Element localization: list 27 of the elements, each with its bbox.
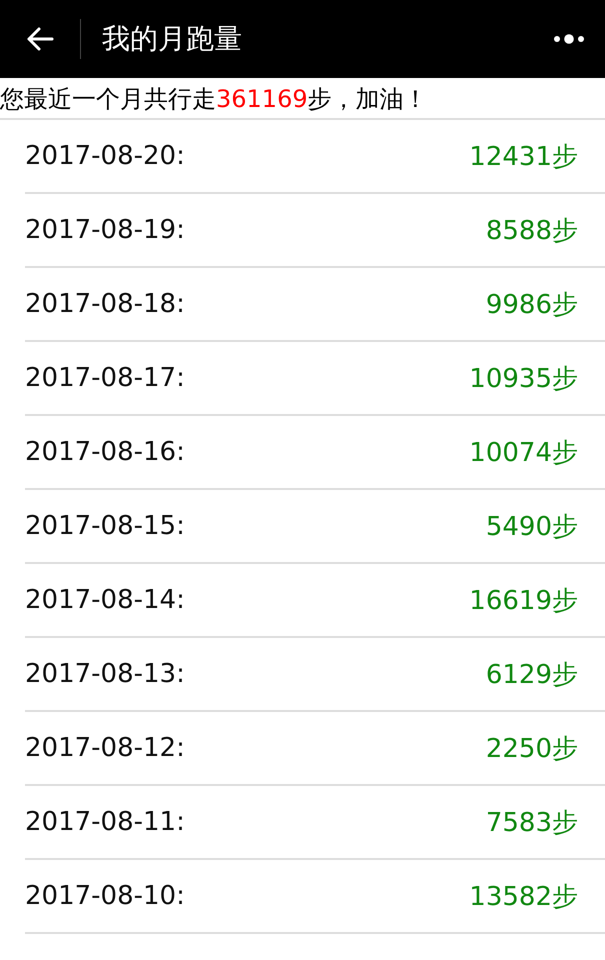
date-label: 2017-08-14: [25, 585, 185, 615]
step-count: 2250步 [486, 732, 578, 766]
step-count: 6129步 [486, 658, 578, 692]
more-icon [553, 34, 585, 44]
step-count: 10074步 [469, 436, 578, 470]
step-count: 8588步 [486, 214, 578, 248]
step-count: 9986步 [486, 288, 578, 322]
date-label: 2017-08-18: [25, 289, 185, 319]
date-label: 2017-08-19: [25, 215, 185, 245]
page-title: 我的月跑量 [102, 22, 243, 56]
date-label: 2017-08-15: [25, 511, 185, 541]
step-count: 12431步 [469, 140, 578, 174]
date-label: 2017-08-13: [25, 659, 185, 689]
step-count: 13582步 [469, 880, 578, 914]
date-label: 2017-08-11: [25, 807, 185, 837]
more-button[interactable] [553, 34, 585, 44]
date-label: 2017-08-20: [25, 141, 185, 171]
date-label: 2017-08-10: [25, 881, 185, 911]
date-label: 2017-08-17: [25, 363, 185, 393]
step-count: 7583步 [486, 806, 578, 840]
summary-text: 您最近一个月共行走361169步，加油！ [0, 78, 605, 120]
step-count: 10935步 [469, 362, 578, 396]
back-arrow-icon [26, 27, 54, 51]
date-label: 2017-08-12: [25, 733, 185, 763]
step-count: 16619步 [469, 584, 578, 618]
step-count: 5490步 [486, 510, 578, 544]
date-label: 2017-08-16: [25, 437, 185, 467]
